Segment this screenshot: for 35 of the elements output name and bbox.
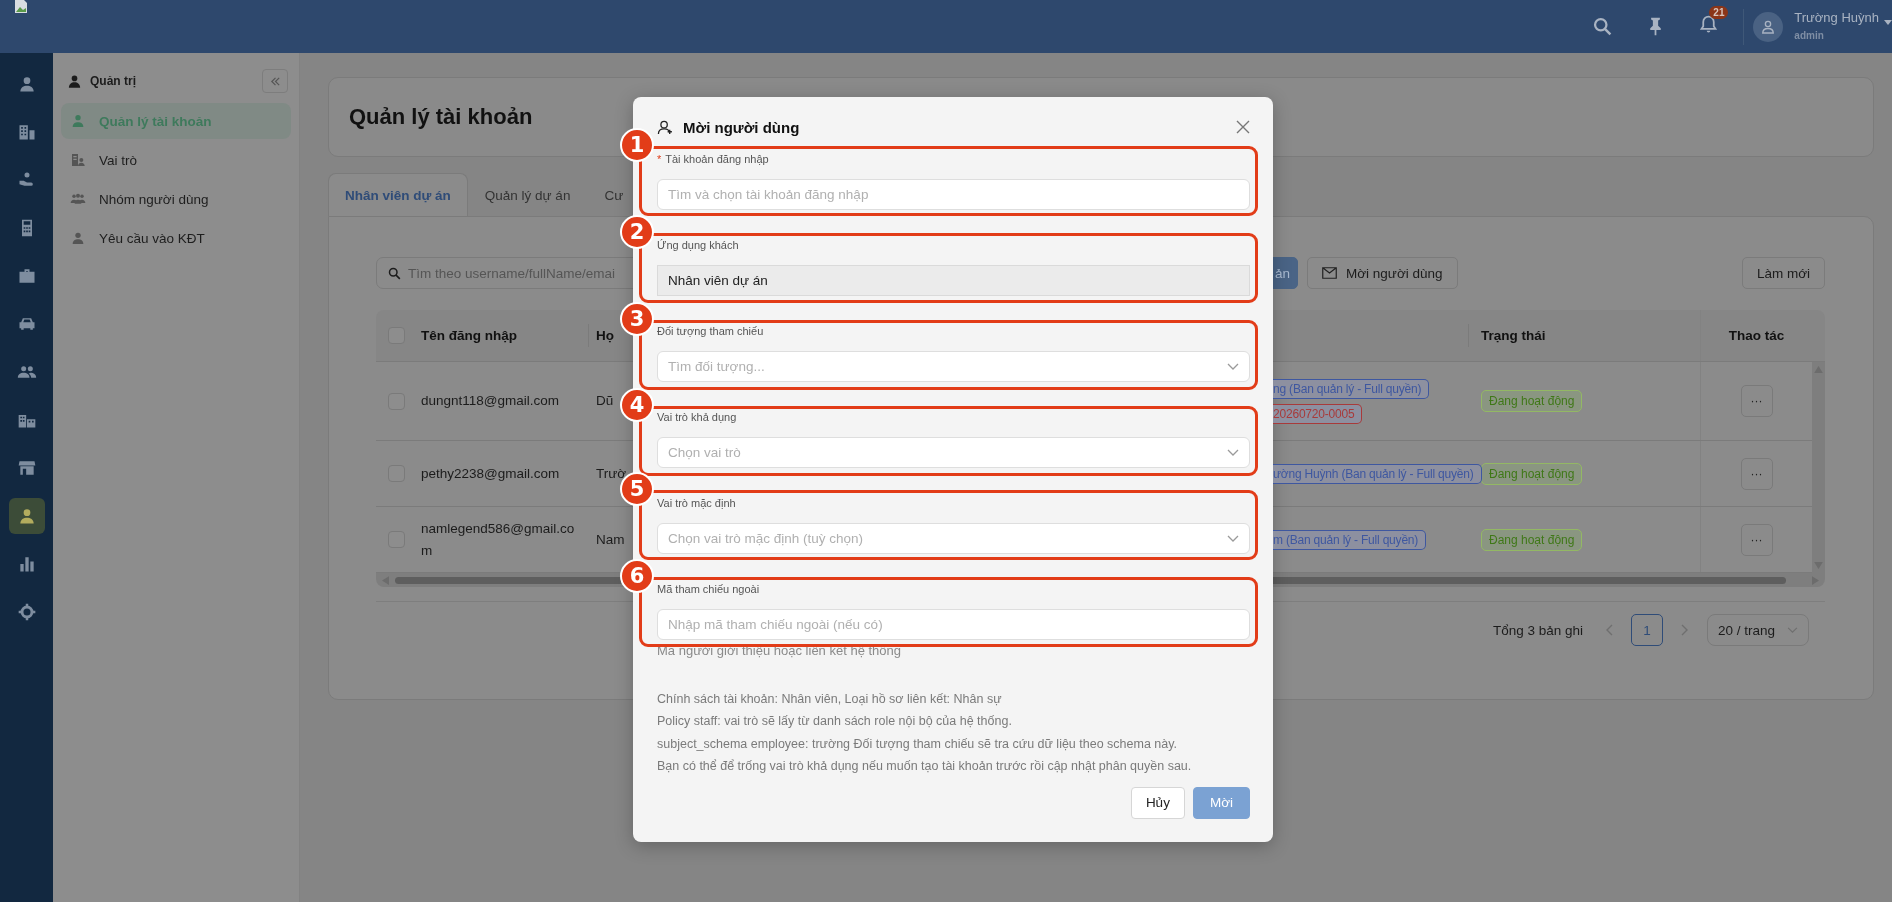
total-count: Tổng 3 bản ghi [1492, 622, 1583, 638]
user-role: admin [1794, 30, 1825, 41]
required-mark: * [657, 153, 662, 167]
tag: m (Ban quản lý - Full quyền) [1273, 529, 1427, 550]
tag: ng (Ban quản lý - Full quyền) [1273, 378, 1430, 399]
field-label: Tài khoản đăng nhập [665, 153, 769, 167]
note-text: Bạn có thể để trống vai trò khả dụng nếu muốn tạo tài khoản trước rồi cập nhật phân quyền sau. [657, 758, 1193, 776]
field-label: Ứng dụng khách [657, 239, 739, 253]
notification-badge: 21 [1709, 6, 1729, 19]
table-cell-text: dungnt118@gmail.com [421, 392, 561, 410]
tag: 20260720-0005 [1273, 403, 1363, 424]
table-cell-text: pethy2238@gmail.com [421, 464, 561, 483]
user-name: Trường Huỳnh [1794, 10, 1879, 25]
note-text: Policy staff: vai trò sẽ lấy từ danh sách role nội bộ của hệ thống. [657, 713, 1013, 731]
page-title: Quản lý tài khoản [349, 104, 533, 130]
note-text: subject_schema employee: trường Đối tượng tham chiếu sẽ tra cứu dữ liệu theo schema này. [657, 735, 1179, 753]
dialog-title: Mời người dùng [683, 118, 800, 136]
status-tag: Đang hoạt động [1481, 390, 1583, 412]
field-label: Mã tham chiếu ngoài [657, 583, 760, 597]
table-cell-text: namlegend586@gmail.com [421, 519, 576, 560]
column-header: Thao tác [1700, 310, 1812, 361]
tag: ường Huỳnh (Ban quản lý - Full quyền) [1273, 463, 1482, 484]
field-label: Vai trò mặc định [657, 497, 736, 511]
sidebar-title: Quản trị [90, 74, 136, 88]
input-field: Nhân viên dự án [657, 265, 1250, 296]
table-cell-text: Dũ [596, 392, 614, 410]
status-tag: Đang hoạt động [1481, 462, 1583, 485]
table-cell-text: Trườ [596, 464, 627, 483]
status-tag: Đang hoạt động [1481, 528, 1583, 551]
field-label: Vai trò khả dụng [657, 411, 737, 425]
column-header: Trạng thái [1468, 310, 1700, 361]
column-header: Tên đăng nhập [420, 327, 518, 345]
table-cell-text: Nam [596, 530, 625, 549]
field-label: Đối tượng tham chiếu [657, 325, 764, 339]
note-text: Chính sách tài khoản: Nhân viên, Loại hồ sơ liên kết: Nhân sự [657, 691, 1003, 708]
